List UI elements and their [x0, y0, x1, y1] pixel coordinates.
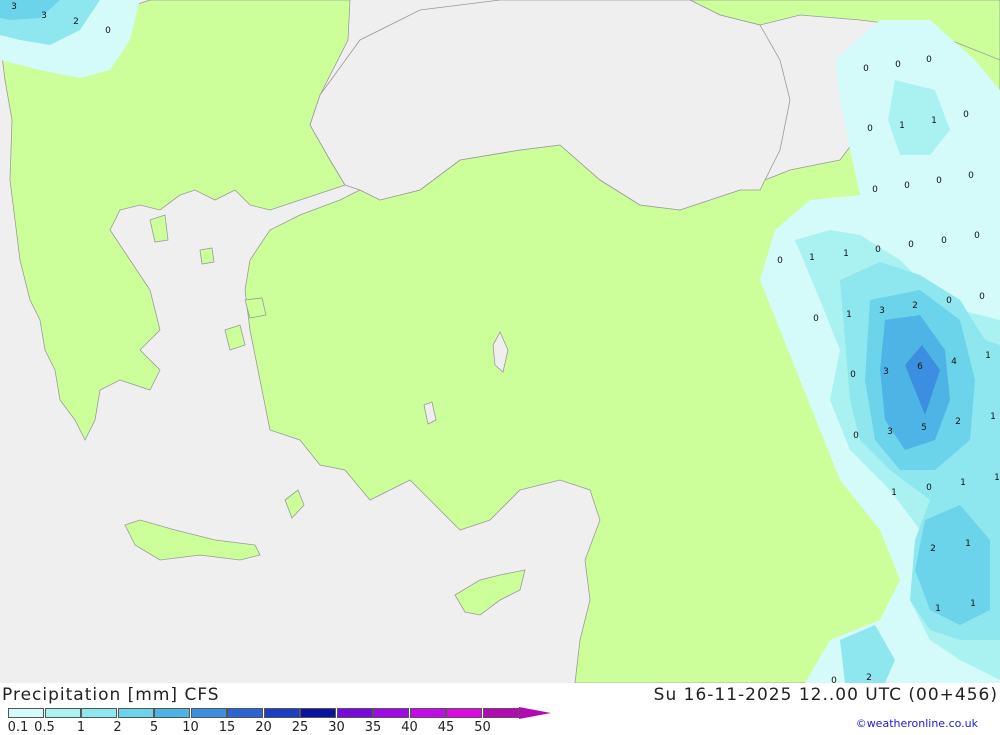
precip-value: 0: [968, 171, 974, 181]
legend-arrow: [519, 707, 551, 719]
legend-swatch: [44, 708, 81, 718]
precip-value: 3: [11, 2, 17, 12]
precip-value: 0: [853, 431, 859, 441]
precip-value: 1: [899, 121, 905, 131]
legend-swatch: [190, 708, 227, 718]
precip-value: 1: [931, 116, 937, 126]
precip-value: 6: [917, 362, 923, 372]
precip-value: 0: [963, 110, 969, 120]
precip-value: 0: [777, 256, 783, 266]
precip-value: 2: [955, 417, 961, 427]
legend-swatch: [300, 708, 336, 718]
precip-value: 0: [863, 64, 869, 74]
precip-value: 3: [41, 11, 47, 21]
precip-value: 0: [941, 236, 947, 246]
map-title: Precipitation [mm] CFS: [2, 685, 220, 705]
precip-value: 2: [73, 17, 79, 27]
precip-value: 0: [895, 60, 901, 70]
island: [199, 247, 215, 265]
precipitation-map: 3 3 2 0 0 0 0 0 1 1 0 0 0 0 0 0 1 1 0 0 …: [0, 0, 1000, 686]
precip-value: 0: [926, 483, 932, 493]
precip-value: 1: [960, 478, 966, 488]
precip-value: 0: [867, 124, 873, 134]
credit-link[interactable]: ©weatheronline.co.uk: [856, 717, 978, 730]
precip-value: 0: [904, 181, 910, 191]
precip-value: 1: [891, 488, 897, 498]
precip-value: 0: [936, 176, 942, 186]
precip-value: 3: [879, 306, 885, 316]
legend-swatch: [227, 708, 263, 718]
precip-value: 1: [843, 249, 849, 259]
precip-value: 1: [935, 604, 941, 614]
precip-value: 0: [872, 185, 878, 195]
precip-value: 0: [946, 296, 952, 306]
legend-swatch: [263, 708, 300, 718]
precip-value: 0: [850, 370, 856, 380]
precip-value: 1: [809, 253, 815, 263]
precip-value: 1: [990, 412, 996, 422]
precip-value: 1: [985, 351, 991, 361]
precip-value: 0: [813, 314, 819, 324]
precip-value: 2: [912, 301, 918, 311]
legend-swatch: [446, 708, 482, 718]
precip-value: 1: [994, 473, 1000, 483]
legend-swatch: [409, 708, 446, 718]
precip-value: 2: [930, 544, 936, 554]
legend-swatch: [373, 708, 409, 718]
precip-value: 0: [926, 55, 932, 65]
map-canvas: 3 3 2 0 0 0 0 0 1 1 0 0 0 0 0 0 1 1 0 0 …: [0, 0, 1000, 686]
legend-swatch: [8, 708, 44, 718]
precip-value: 2: [866, 673, 872, 683]
precip-value: 3: [883, 367, 889, 377]
forecast-datetime: Su 16-11-2025 12..00 UTC (00+456): [653, 685, 998, 705]
legend-swatch: [81, 708, 117, 718]
precip-value: 0: [831, 676, 837, 683]
precip-value: 0: [974, 231, 980, 241]
precip-value: 0: [875, 245, 881, 255]
legend-swatch: [336, 708, 373, 718]
precip-value: 4: [951, 357, 957, 367]
precip-value: 1: [965, 539, 971, 549]
precip-value: 0: [105, 26, 111, 36]
precip-value: 0: [908, 240, 914, 250]
precip-value: 1: [846, 310, 852, 320]
precip-value: 1: [970, 599, 976, 609]
legend-swatch: [117, 708, 154, 718]
precip-value: 0: [979, 292, 985, 302]
precip-value: 3: [887, 427, 893, 437]
map-footer: Precipitation [mm] CFS Su 16-11-2025 12.…: [0, 683, 1000, 735]
precip-value: 5: [921, 423, 927, 433]
legend-swatch: [154, 708, 190, 718]
legend-swatch: [482, 708, 519, 718]
